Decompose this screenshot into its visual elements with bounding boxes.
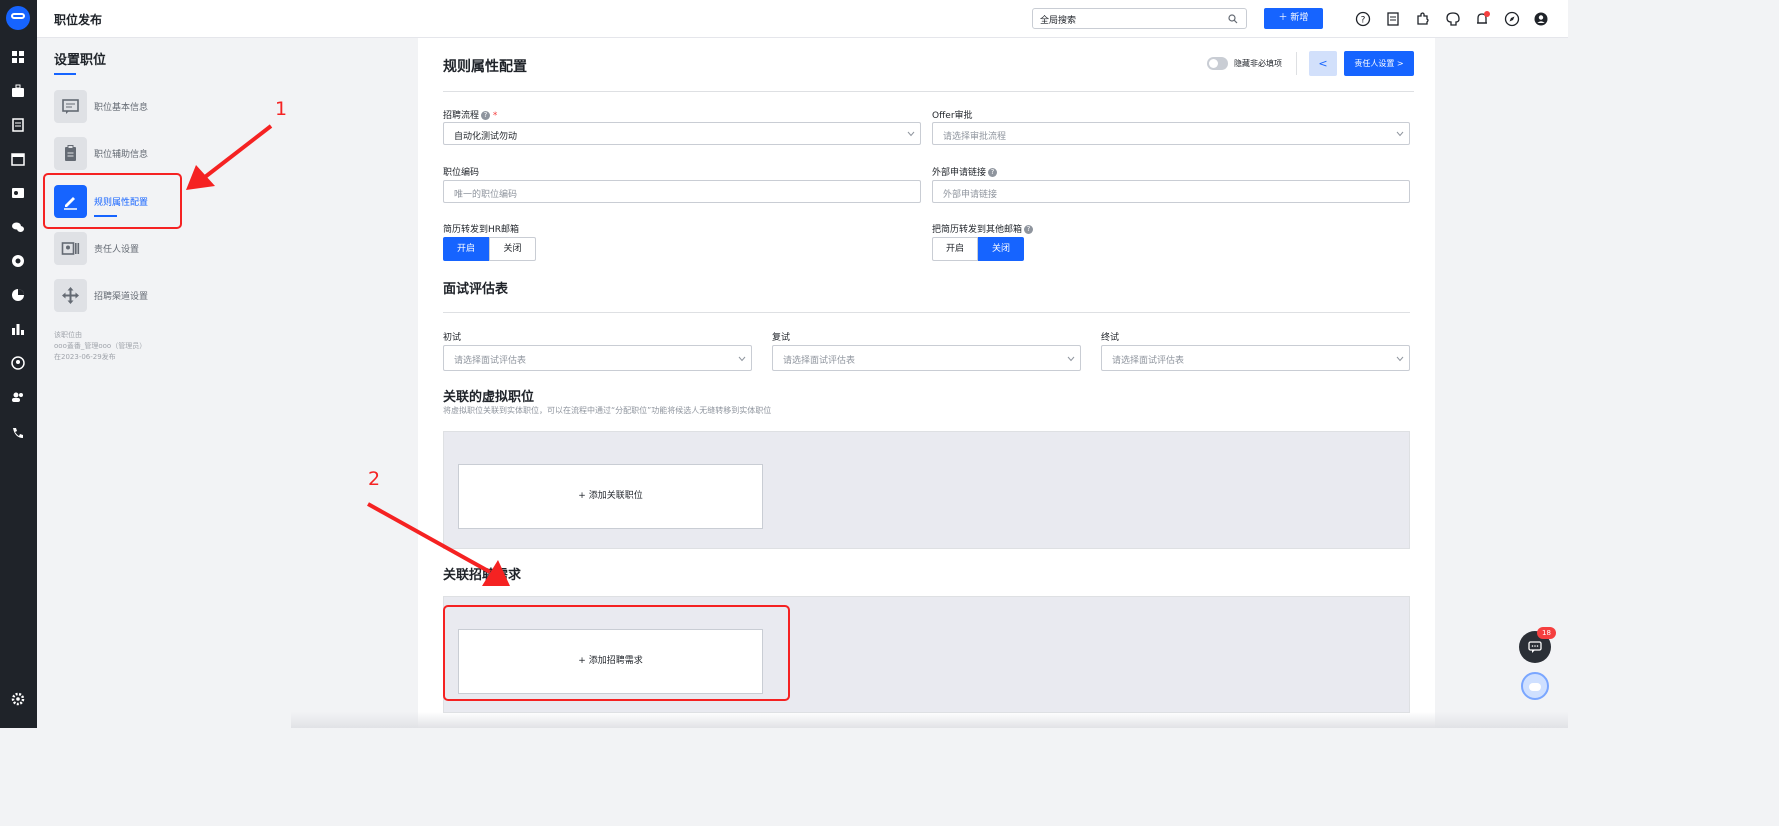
publish-meta-line-2: ooo蓋番_管理ooo（管理员） [54,342,147,350]
message-icon [54,90,87,123]
chat-unread-badge: 18 [1537,627,1556,639]
process-select[interactable]: 自动化测试勿动 [443,122,921,145]
user-avatar-icon[interactable] [1533,11,1549,27]
phone-icon[interactable] [11,426,25,440]
settings-icon[interactable] [11,692,25,706]
other-mail-label: 把简历转发到其他邮箱? [932,222,1034,235]
first-interview-label: 初试 [443,333,462,343]
chevron-down-icon [1396,131,1404,137]
step-aux-info[interactable]: 职位辅助信息 [54,137,204,173]
external-link-label: 外部申请链接? [932,165,998,178]
external-link-input[interactable]: 外部申请链接 [932,180,1410,203]
id-badge-icon [54,232,87,265]
bottom-shade [291,712,1568,728]
annotation-number-two: 2 [368,468,381,490]
calendar-icon[interactable] [11,152,25,166]
other-mail-on-button[interactable]: 开启 [932,237,978,261]
wechat-icon[interactable] [11,220,25,234]
briefcase-icon[interactable] [11,84,25,98]
step-owner-setting[interactable]: 责任人设置 [54,232,204,268]
add-new-button[interactable]: ＋ 新增 [1264,8,1323,29]
interview-divider [443,312,1410,313]
resume-icon[interactable] [11,118,25,132]
help-icon[interactable]: ? [1355,11,1371,27]
final-interview-label: 终试 [1101,333,1120,343]
add-new-label: 新增 [1290,13,1309,23]
code-label: 职位编码 [443,168,480,178]
hide-optional-label: 隐藏非必填项 [1234,59,1282,68]
clipboard-icon [54,137,87,170]
notification-bell-icon[interactable] [1474,11,1490,27]
users-icon[interactable] [11,390,25,404]
chevron-down-icon [738,356,746,362]
first-interview-select[interactable]: 请选择面试评估表 [443,345,752,371]
hr-mail-off-button[interactable]: 关闭 [489,237,536,261]
section-divider [443,91,1414,92]
app-rail [0,0,37,728]
annotation-box-demand [443,605,790,701]
other-mail-off-button[interactable]: 关闭 [978,237,1024,261]
final-interview-select[interactable]: 请选择面试评估表 [1101,345,1410,371]
virtual-position-desc: 将虚拟职位关联到实体职位，可以在流程中通过“分配职位”功能将候选人无缝转移到实体… [443,406,772,415]
page-title: 职位发布 [54,13,103,27]
svg-text:?: ? [1361,16,1366,26]
virtual-position-title: 关联的虚拟职位 [443,390,535,405]
hr-mail-on-button[interactable]: 开启 [443,237,489,261]
help-icon: ? [1024,225,1034,234]
next-step-button[interactable]: 责任人设置 > [1344,51,1414,76]
chat-bubble-icon [1528,641,1542,653]
step-label: 职位基本信息 [94,103,149,113]
publish-meta-line-3: 在2023-06-29发布 [54,353,116,361]
app-logo[interactable] [6,6,30,30]
help-icon: ? [988,168,998,177]
sidebar-title-underline [54,73,76,75]
hide-optional-toggle[interactable] [1207,57,1228,70]
previous-step-button[interactable]: < [1309,51,1337,76]
step-basic-info[interactable]: 职位基本信息 [54,90,204,126]
section-title: 规则属性配置 [443,59,527,75]
search-icon [1228,14,1238,24]
header-divider [1296,52,1297,75]
publish-meta-line-1: 该职位由 [54,331,82,339]
step-sidebar: 设置职位 职位基本信息 职位辅助信息 规则属性配置 责任人设置 招聘渠道设置 该… [37,38,291,728]
ai-assistant-icon[interactable] [1445,11,1461,27]
offer-label: Offer审批 [932,111,973,121]
add-virtual-position-button[interactable]: + 添加关联职位 [458,464,763,529]
annotation-number-one: 1 [275,98,288,120]
step-channel-setting[interactable]: 招聘渠道设置 [54,279,204,315]
offer-approval-select[interactable]: 请选择审批流程 [932,122,1410,145]
chevron-down-icon [907,131,915,137]
second-interview-select[interactable]: 请选择面试评估表 [772,345,1081,371]
help-icon: ? [481,111,491,120]
annotation-box-step [43,173,182,229]
document-icon[interactable] [1385,11,1401,27]
global-search-input[interactable]: 全局搜索 [1032,8,1247,29]
step-label: 职位辅助信息 [94,150,149,160]
step-label: 责任人设置 [94,245,140,255]
bar-chart-icon[interactable] [11,322,25,336]
plugin-icon[interactable] [1415,11,1431,27]
sidebar-title: 设置职位 [54,53,107,68]
second-interview-label: 复试 [772,333,791,343]
position-code-input[interactable]: 唯一的职位编码 [443,180,921,203]
step-label: 招聘渠道设置 [94,292,149,302]
pie-chart-icon[interactable] [11,288,25,302]
id-card-icon[interactable] [11,186,25,200]
chevron-down-icon [1067,356,1075,362]
star-icon[interactable] [11,254,25,268]
move-arrows-icon [54,279,87,312]
process-label: 招聘流程? * [443,111,498,121]
search-label: 全局搜索 [1040,16,1077,26]
compass-icon[interactable] [1504,11,1520,27]
assistant-bot-avatar[interactable] [1521,672,1549,700]
hr-mail-label: 简历转发到HR邮箱 [443,225,520,235]
notification-dot [1484,11,1490,17]
chevron-down-icon [1396,356,1404,362]
contact-icon[interactable] [11,356,25,370]
top-bar: 职位发布 全局搜索 ＋ 新增 ? [37,0,1568,38]
recruit-demand-title: 关联招聘需求 [443,568,522,583]
dashboard-icon[interactable] [11,50,25,64]
interview-section-title: 面试评估表 [443,282,509,297]
